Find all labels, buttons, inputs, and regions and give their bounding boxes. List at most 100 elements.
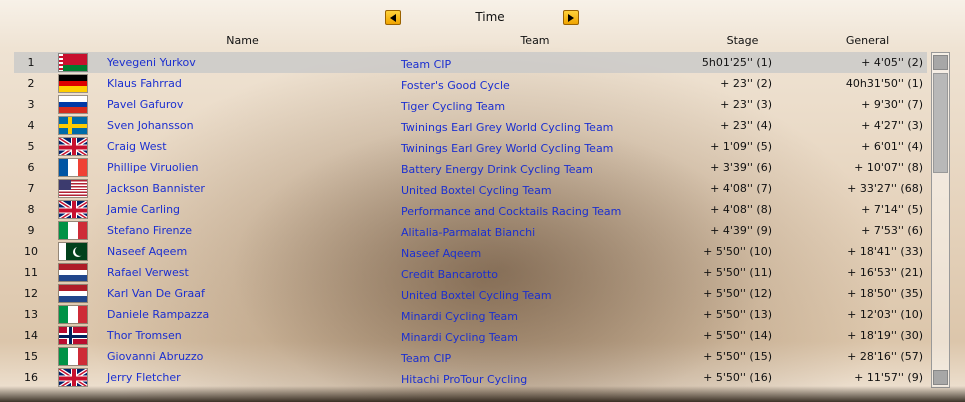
- table-row[interactable]: 15 Giovanni Abruzzo Team CIP + 5'50'' (15) +…: [14, 346, 927, 367]
- team-name-link[interactable]: United Boxtel Cycling Team: [401, 289, 552, 302]
- results-table: 1 Yevegeni Yurkov Team CIP 5h01'25'' (1) + 4…: [14, 52, 927, 388]
- team-name-link[interactable]: Performance and Cocktails Racing Team: [401, 205, 621, 218]
- team-name-link[interactable]: Minardi Cycling Team: [401, 331, 518, 344]
- table-row[interactable]: 3 Pavel Gafurov Tiger Cycling Team + 23'' (…: [14, 94, 927, 115]
- column-header-team[interactable]: Team: [470, 34, 600, 47]
- rider-name-link[interactable]: Giovanni Abruzzo: [107, 350, 203, 363]
- rank-cell: 1: [27, 56, 35, 69]
- stage-time-cell: + 1'09'' (5): [710, 140, 772, 153]
- stage-time-cell: + 4'08'' (8): [710, 203, 772, 216]
- general-time-cell: + 4'27'' (3): [861, 119, 923, 132]
- team-name-link[interactable]: Minardi Cycling Team: [401, 310, 518, 323]
- rank-cell: 9: [27, 224, 35, 237]
- rider-name-link[interactable]: Stefano Firenze: [107, 224, 192, 237]
- table-header: Name Team Stage General: [0, 34, 965, 50]
- rider-name-link[interactable]: Naseef Aqeem: [107, 245, 187, 258]
- table-row[interactable]: 5 Craig West Twinings Earl Grey World Cycl…: [14, 136, 927, 157]
- norway-flag-icon: [58, 326, 88, 345]
- uk-flag-icon: [58, 368, 88, 387]
- stage-time-cell: 5h01'25'' (1): [701, 56, 772, 69]
- team-name-link[interactable]: Tiger Cycling Team: [401, 100, 505, 113]
- team-name-link[interactable]: Twinings Earl Grey World Cycling Team: [401, 142, 613, 155]
- rider-name-link[interactable]: Jerry Fletcher: [107, 371, 181, 384]
- column-header-name[interactable]: Name: [180, 34, 305, 47]
- general-time-cell: + 33'27'' (68): [847, 182, 923, 195]
- team-name-link[interactable]: Alitalia-Parmalat Bianchi: [401, 226, 535, 239]
- column-header-stage[interactable]: Stage: [700, 34, 785, 47]
- table-row[interactable]: 12 Karl Van De Graaf United Boxtel Cycling…: [14, 283, 927, 304]
- stage-time-cell: + 23'' (3): [720, 98, 772, 111]
- general-time-cell: + 6'01'' (4): [861, 140, 923, 153]
- table-row[interactable]: 1 Yevegeni Yurkov Team CIP 5h01'25'' (1) + 4…: [14, 52, 927, 73]
- team-name-link[interactable]: Twinings Earl Grey World Cycling Team: [401, 121, 613, 134]
- rank-cell: 10: [24, 245, 38, 258]
- rider-name-link[interactable]: Karl Van De Graaf: [107, 287, 205, 300]
- stage-time-cell: + 4'39'' (9): [710, 224, 772, 237]
- view-switcher: Time: [0, 8, 965, 28]
- italy-flag-icon: [58, 347, 88, 366]
- uk-flag-icon: [58, 137, 88, 156]
- rank-cell: 14: [24, 329, 38, 342]
- table-row[interactable]: 11 Rafael Verwest Credit Bancarotto + 5'50'…: [14, 262, 927, 283]
- rider-name-link[interactable]: Thor Tromsen: [107, 329, 182, 342]
- rider-name-link[interactable]: Klaus Fahrrad: [107, 77, 182, 90]
- prev-view-button[interactable]: [385, 10, 401, 25]
- italy-flag-icon: [58, 305, 88, 324]
- table-row[interactable]: 8 Jamie Carling Performance and Cocktails …: [14, 199, 927, 220]
- general-time-cell: + 18'41'' (33): [847, 245, 923, 258]
- rider-name-link[interactable]: Yevegeni Yurkov: [107, 56, 196, 69]
- scroll-up-button[interactable]: [933, 55, 948, 70]
- rank-cell: 15: [24, 350, 38, 363]
- team-name-link[interactable]: Team CIP: [401, 352, 451, 365]
- column-header-general[interactable]: General: [825, 34, 910, 47]
- scroll-thumb[interactable]: [933, 73, 948, 173]
- rider-name-link[interactable]: Jamie Carling: [107, 203, 180, 216]
- table-row[interactable]: 6 Phillipe Viruolien Battery Energy Drink …: [14, 157, 927, 178]
- next-view-button[interactable]: [563, 10, 579, 25]
- rider-name-link[interactable]: Rafael Verwest: [107, 266, 189, 279]
- table-row[interactable]: 14 Thor Tromsen Minardi Cycling Team + 5'50…: [14, 325, 927, 346]
- stage-time-cell: + 5'50'' (10): [703, 245, 772, 258]
- rider-name-link[interactable]: Pavel Gafurov: [107, 98, 183, 111]
- rider-name-link[interactable]: Jackson Bannister: [107, 182, 205, 195]
- rank-cell: 16: [24, 371, 38, 384]
- rider-name-link[interactable]: Craig West: [107, 140, 167, 153]
- france-flag-icon: [58, 158, 88, 177]
- stage-time-cell: + 5'50'' (15): [703, 350, 772, 363]
- table-row[interactable]: 13 Daniele Rampazza Minardi Cycling Team + …: [14, 304, 927, 325]
- table-row[interactable]: 10 Naseef Aqeem Naseef Aqeem + 5'50'' (10) +…: [14, 241, 927, 262]
- team-name-link[interactable]: Hitachi ProTour Cycling: [401, 373, 527, 386]
- general-time-cell: + 7'53'' (6): [861, 224, 923, 237]
- team-name-link[interactable]: Foster's Good Cycle: [401, 79, 510, 92]
- stage-time-cell: + 4'08'' (7): [710, 182, 772, 195]
- stage-time-cell: + 5'50'' (12): [703, 287, 772, 300]
- table-row[interactable]: 9 Stefano Firenze Alitalia-Parmalat Bianch…: [14, 220, 927, 241]
- rank-cell: 4: [27, 119, 35, 132]
- rider-name-link[interactable]: Sven Johansson: [107, 119, 194, 132]
- table-row[interactable]: 2 Klaus Fahrrad Foster's Good Cycle + 23'' …: [14, 73, 927, 94]
- sweden-flag-icon: [58, 116, 88, 135]
- general-time-cell: + 9'30'' (7): [861, 98, 923, 111]
- team-name-link[interactable]: Team CIP: [401, 58, 451, 71]
- team-name-link[interactable]: Credit Bancarotto: [401, 268, 498, 281]
- stage-time-cell: + 3'39'' (6): [710, 161, 772, 174]
- stage-time-cell: + 5'50'' (13): [703, 308, 772, 321]
- stage-time-cell: + 5'50'' (11): [703, 266, 772, 279]
- team-name-link[interactable]: United Boxtel Cycling Team: [401, 184, 552, 197]
- general-time-cell: + 18'19'' (30): [847, 329, 923, 342]
- team-name-link[interactable]: Battery Energy Drink Cycling Team: [401, 163, 593, 176]
- vertical-scrollbar[interactable]: [931, 52, 950, 388]
- results-panel: Time Name Team Stage General 1 Yevegeni Y…: [0, 0, 965, 402]
- table-row[interactable]: 4 Sven Johansson Twinings Earl Grey World …: [14, 115, 927, 136]
- view-title: Time: [475, 10, 505, 24]
- team-name-link[interactable]: Naseef Aqeem: [401, 247, 481, 260]
- scroll-down-button[interactable]: [933, 370, 948, 385]
- table-row[interactable]: 16 Jerry Fletcher Hitachi ProTour Cycling +…: [14, 367, 927, 388]
- general-time-cell: 40h31'50'' (1): [845, 77, 923, 90]
- rider-name-link[interactable]: Phillipe Viruolien: [107, 161, 199, 174]
- stage-time-cell: + 23'' (2): [720, 77, 772, 90]
- rider-name-link[interactable]: Daniele Rampazza: [107, 308, 209, 321]
- general-time-cell: + 4'05'' (2): [861, 56, 923, 69]
- table-row[interactable]: 7 Jackson Bannister United Boxtel Cycling …: [14, 178, 927, 199]
- pakistan-flag-icon: [58, 242, 88, 261]
